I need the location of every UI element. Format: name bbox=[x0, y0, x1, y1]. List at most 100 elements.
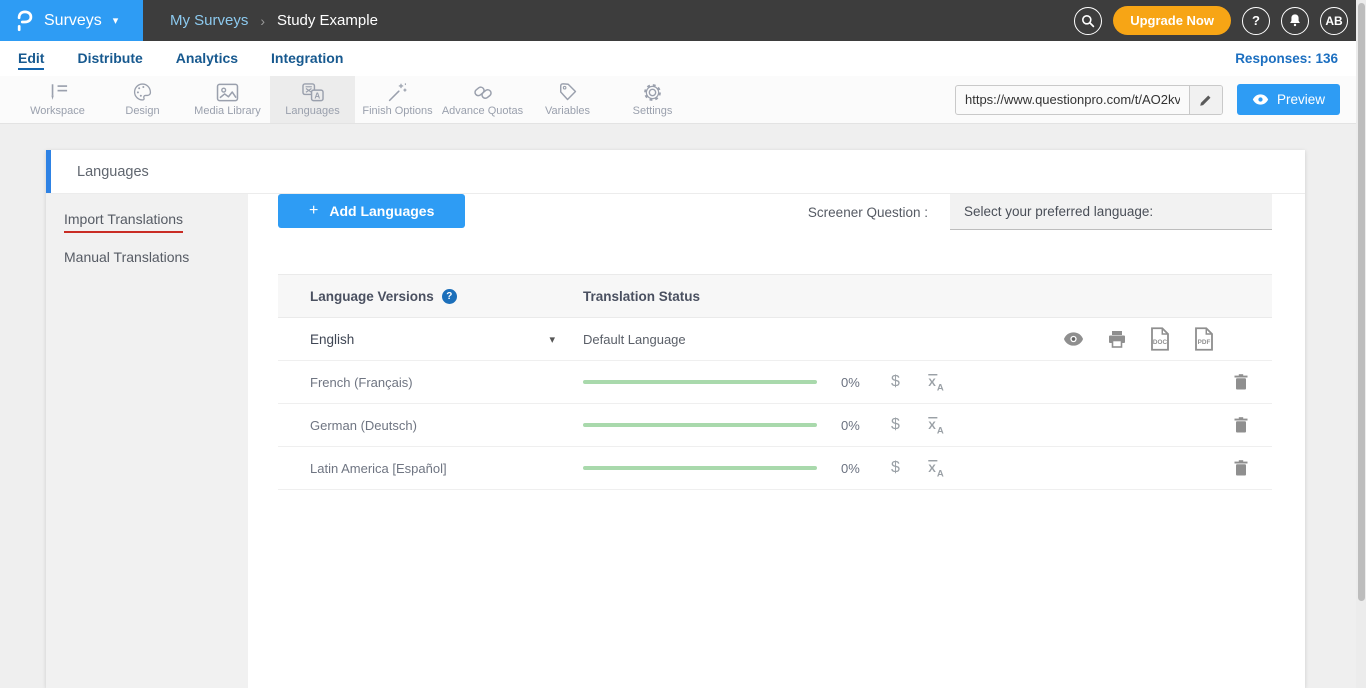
trash-icon bbox=[1234, 460, 1248, 476]
translate-icon: XA bbox=[926, 458, 946, 478]
topbar: Surveys ▾ My Surveys › Study Example Upg… bbox=[0, 0, 1366, 41]
toolbar-item-design[interactable]: Design bbox=[100, 76, 185, 123]
view-survey-button[interactable] bbox=[1063, 332, 1084, 346]
toolbar-item-finish-options[interactable]: Finish Options bbox=[355, 76, 440, 123]
product-name: Surveys bbox=[44, 12, 102, 30]
survey-url-input[interactable] bbox=[956, 86, 1189, 114]
edit-toolbar: Workspace Design Media Library A Languag… bbox=[0, 76, 1366, 124]
sidebar-item-manual-translations[interactable]: Manual Translations bbox=[46, 238, 248, 276]
delete-language-button[interactable] bbox=[1234, 374, 1248, 390]
translate-icon: XA bbox=[926, 415, 946, 435]
toolbar-item-media-library[interactable]: Media Library bbox=[185, 76, 270, 123]
tab-distribute[interactable]: Distribute bbox=[77, 48, 142, 70]
pencil-icon bbox=[1199, 93, 1213, 107]
notifications-button[interactable] bbox=[1281, 7, 1309, 35]
paid-translation-icon[interactable]: $ bbox=[891, 459, 900, 477]
delete-language-button[interactable] bbox=[1234, 417, 1248, 433]
auto-translate-button[interactable]: XA bbox=[926, 415, 946, 435]
svg-text:A: A bbox=[937, 383, 944, 392]
eye-icon bbox=[1252, 94, 1269, 105]
table-row-language: Latin America [Español] 0% $ XA bbox=[278, 447, 1272, 490]
translation-percent: 0% bbox=[841, 461, 867, 476]
add-languages-button[interactable]: + Add Languages bbox=[278, 194, 465, 228]
preview-label: Preview bbox=[1277, 92, 1325, 107]
question-mark-icon: ? bbox=[1252, 13, 1260, 28]
screener-question: Screener Question : Select your preferre… bbox=[808, 194, 1272, 230]
survey-navbar: Edit Distribute Analytics Integration Re… bbox=[0, 41, 1366, 76]
breadcrumb-my-surveys[interactable]: My Surveys bbox=[170, 12, 248, 29]
auto-translate-button[interactable]: XA bbox=[926, 372, 946, 392]
eye-icon bbox=[1063, 332, 1084, 346]
toolbar-item-label: Finish Options bbox=[362, 105, 432, 117]
export-pdf-button[interactable]: PDF bbox=[1194, 327, 1214, 351]
toolbar-item-variables[interactable]: Variables bbox=[525, 76, 610, 123]
svg-text:X: X bbox=[928, 420, 936, 432]
toolbar-item-languages[interactable]: A Languages bbox=[270, 76, 355, 123]
plus-icon: + bbox=[309, 202, 318, 220]
top-row: + Add Languages Screener Question : Sele… bbox=[278, 194, 1272, 230]
sidebar-item-label: Import Translations bbox=[64, 211, 183, 233]
avatar-initials: AB bbox=[1325, 14, 1342, 28]
page-scrollbar bbox=[1356, 0, 1366, 688]
table-row-language: French (Français) 0% $ XA bbox=[278, 361, 1272, 404]
translate-squares-icon: A bbox=[301, 82, 325, 102]
translation-progress-bar bbox=[583, 423, 817, 427]
language-name-cell: German (Deutsch) bbox=[278, 418, 583, 433]
toolbar-item-settings[interactable]: Settings bbox=[610, 76, 695, 123]
edit-url-button[interactable] bbox=[1189, 86, 1222, 114]
surveys-menu-button[interactable]: Surveys ▾ bbox=[0, 0, 143, 41]
printer-icon bbox=[1108, 330, 1126, 348]
scrollbar-thumb[interactable] bbox=[1358, 3, 1365, 601]
paid-translation-icon[interactable]: $ bbox=[891, 416, 900, 434]
toolbar-right: Preview bbox=[955, 76, 1366, 123]
magic-wand-icon bbox=[387, 82, 408, 102]
help-button[interactable]: ? bbox=[1242, 7, 1270, 35]
responses-count[interactable]: Responses: 136 bbox=[1235, 51, 1338, 66]
screener-question-select[interactable]: Select your preferred language: bbox=[950, 194, 1272, 230]
toolbar-item-label: Languages bbox=[285, 105, 339, 117]
export-doc-button[interactable]: DOC bbox=[1150, 327, 1170, 351]
content-area: Languages Import Translations Manual Tra… bbox=[0, 124, 1366, 688]
topbar-actions: Upgrade Now ? AB bbox=[1074, 6, 1366, 35]
caret-down-icon[interactable]: ▾ bbox=[549, 333, 555, 346]
breadcrumb: My Surveys › Study Example bbox=[170, 12, 378, 29]
svg-text:A: A bbox=[937, 426, 944, 435]
toolbar-item-workspace[interactable]: Workspace bbox=[15, 76, 100, 123]
help-icon[interactable]: ? bbox=[442, 289, 457, 304]
tab-integration[interactable]: Integration bbox=[271, 48, 343, 70]
tag-icon bbox=[558, 82, 578, 102]
sidebar-item-import-translations[interactable]: Import Translations bbox=[46, 200, 248, 238]
preview-button[interactable]: Preview bbox=[1237, 84, 1340, 115]
svg-text:X: X bbox=[928, 463, 936, 475]
translation-percent: 0% bbox=[841, 375, 867, 390]
bell-icon bbox=[1288, 13, 1302, 28]
print-button[interactable] bbox=[1108, 330, 1126, 348]
header-translation-status: Translation Status bbox=[583, 289, 1272, 304]
toolbar-item-advance-quotas[interactable]: Advance Quotas bbox=[440, 76, 525, 123]
survey-url-group bbox=[955, 85, 1223, 115]
column-header-label: Language Versions bbox=[310, 289, 434, 304]
image-icon bbox=[216, 82, 239, 102]
sidebar-item-label: Manual Translations bbox=[64, 249, 189, 265]
delete-language-button[interactable] bbox=[1234, 460, 1248, 476]
toolbar-item-label: Design bbox=[125, 105, 159, 117]
questionpro-logo-icon bbox=[15, 8, 35, 33]
translation-percent: 0% bbox=[841, 418, 867, 433]
search-button[interactable] bbox=[1074, 7, 1102, 35]
doc-file-icon: DOC bbox=[1150, 327, 1170, 351]
paid-translation-icon[interactable]: $ bbox=[891, 373, 900, 391]
tab-analytics[interactable]: Analytics bbox=[176, 48, 238, 70]
avatar[interactable]: AB bbox=[1320, 7, 1348, 35]
tab-edit[interactable]: Edit bbox=[18, 48, 44, 70]
default-language-cell[interactable]: English ▾ bbox=[278, 332, 583, 347]
pdf-file-icon: PDF bbox=[1194, 327, 1214, 351]
upgrade-now-button[interactable]: Upgrade Now bbox=[1113, 6, 1231, 35]
chevron-right-icon: › bbox=[260, 13, 265, 29]
auto-translate-button[interactable]: XA bbox=[926, 458, 946, 478]
language-name-cell: French (Français) bbox=[278, 375, 583, 390]
header-language-versions: Language Versions ? bbox=[278, 289, 583, 304]
toolbar-item-label: Workspace bbox=[30, 105, 85, 117]
language-status-cell: 0% $ XA bbox=[583, 372, 1272, 392]
default-language-status: Default Language bbox=[583, 332, 686, 347]
toolbar-item-label: Variables bbox=[545, 105, 590, 117]
